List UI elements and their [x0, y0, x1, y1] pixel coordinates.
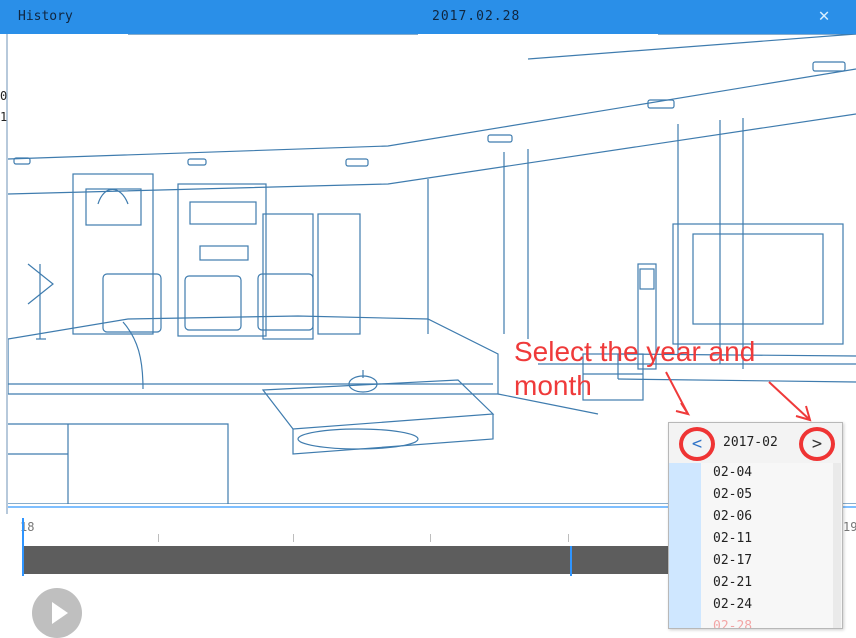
date-item[interactable]: 02-21 [713, 575, 752, 590]
next-month-button[interactable]: > [799, 427, 835, 461]
date-item[interactable]: 02-06 [713, 509, 752, 524]
date-item[interactable]: 02-11 [713, 531, 752, 546]
left-edge-digit: 0 [0, 89, 8, 103]
annotation-line: Select the year and [514, 336, 756, 367]
history-date: 2017.02.28 [432, 9, 521, 24]
history-date-picker: < 2017-02 > 02-04 02-05 02-06 02-11 02-1… [668, 422, 843, 629]
instruction-annotation: Select the year and month [514, 335, 755, 403]
timeline-start-cursor[interactable] [22, 518, 24, 576]
left-edge-digits: 0 1 [0, 86, 7, 128]
left-edge-digit: 1 [0, 110, 8, 124]
date-item[interactable]: 02-05 [713, 487, 752, 502]
date-item[interactable]: 02-24 [713, 597, 752, 612]
close-button[interactable]: ✕ [812, 4, 836, 28]
date-item[interactable]: 02-28 [713, 619, 752, 628]
timeline-tick [568, 534, 569, 542]
timeline-tick [158, 534, 159, 542]
date-item[interactable]: 02-04 [713, 465, 752, 480]
date-list-selection-gutter [669, 463, 701, 628]
selected-month-label: 2017-02 [723, 435, 778, 450]
timeline-playhead[interactable] [570, 546, 572, 576]
annotation-line: month [514, 370, 592, 401]
date-picker-header: < 2017-02 > [669, 423, 842, 463]
date-item[interactable]: 02-17 [713, 553, 752, 568]
window-titlebar: History 2017.02.28 ✕ [0, 0, 856, 34]
timeline-tick [293, 534, 294, 542]
previous-month-button[interactable]: < [679, 427, 715, 461]
timeline-tick [430, 534, 431, 542]
timeline-end-label: 19 [843, 520, 856, 534]
date-list[interactable]: 02-04 02-05 02-06 02-11 02-17 02-21 02-2… [669, 463, 842, 628]
date-list-scrollbar[interactable] [833, 463, 841, 628]
window-title: History [18, 9, 73, 24]
